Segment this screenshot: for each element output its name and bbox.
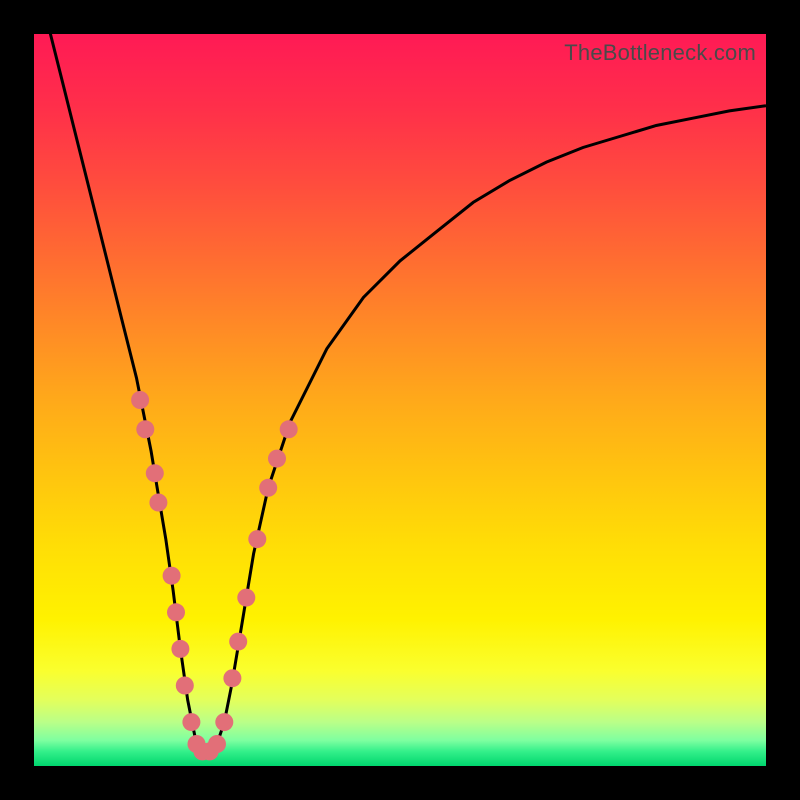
- plot-area: TheBottleneck.com: [34, 34, 766, 766]
- data-dot: [131, 391, 149, 409]
- data-dot: [259, 479, 277, 497]
- data-dot: [163, 567, 181, 585]
- data-dot: [182, 713, 200, 731]
- data-dot: [171, 640, 189, 658]
- data-dot: [237, 589, 255, 607]
- data-dot: [268, 450, 286, 468]
- data-dot: [208, 735, 226, 753]
- data-dot: [248, 530, 266, 548]
- chart-frame: TheBottleneck.com: [0, 0, 800, 800]
- data-dot: [136, 420, 154, 438]
- data-dot: [229, 633, 247, 651]
- data-dot: [146, 464, 164, 482]
- data-dot: [149, 494, 167, 512]
- curve-svg: [34, 34, 766, 766]
- data-dot: [176, 677, 194, 695]
- data-dot: [223, 669, 241, 687]
- data-dot: [215, 713, 233, 731]
- data-dot: [167, 603, 185, 621]
- data-dots: [131, 391, 298, 760]
- data-dot: [280, 420, 298, 438]
